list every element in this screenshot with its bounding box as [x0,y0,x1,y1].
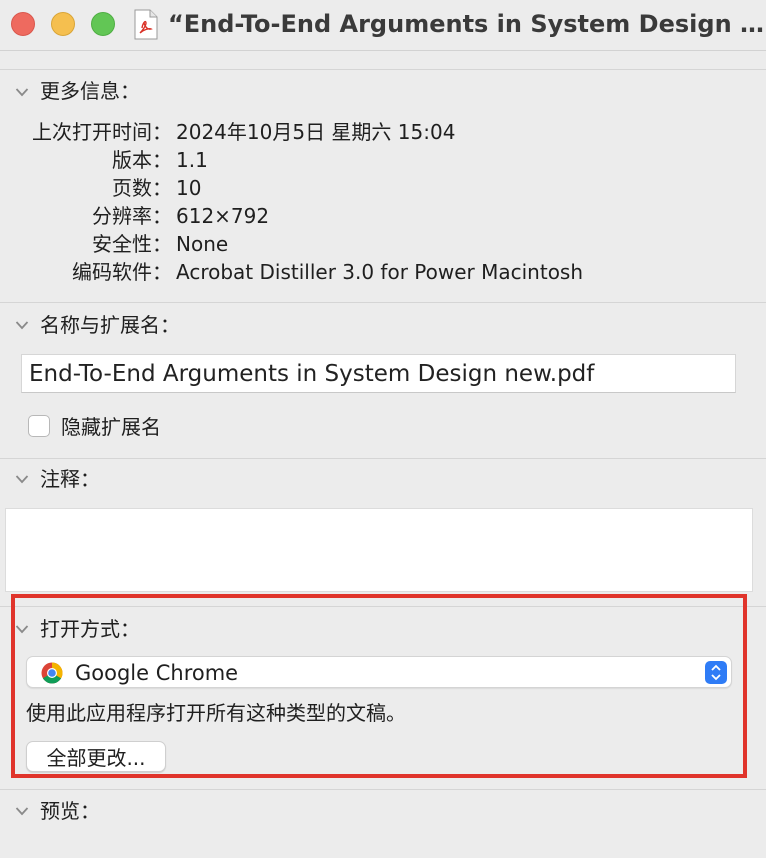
info-value-last-opened: 2024年10月5日 星期六 15:04 [176,120,456,144]
section-divider [0,789,766,790]
chevron-down-icon[interactable] [15,806,29,816]
preview-header[interactable]: 预览： [40,799,100,823]
minimize-button[interactable] [51,12,75,36]
info-label-last-opened: 上次打开时间： [32,120,172,144]
close-button[interactable] [11,12,35,36]
window-title: “End-To-End Arguments in System Design n… [168,10,766,38]
info-value-version: 1.1 [176,148,208,172]
chevron-down-icon[interactable] [15,87,29,97]
info-value-pages: 10 [176,176,202,200]
info-label-resolution: 分辨率： [92,204,172,228]
change-all-button[interactable]: 全部更改... [26,741,166,772]
open-with-header[interactable]: 打开方式： [40,617,140,641]
info-value-security: None [176,232,229,256]
hide-extension-checkbox[interactable] [28,415,50,437]
section-divider [0,69,766,70]
section-divider [0,458,766,459]
info-label-security: 安全性： [92,232,172,256]
name-extension-header[interactable]: 名称与扩展名： [40,313,180,337]
application-name: Google Chrome [75,661,239,685]
info-label-encoding-software: 编码软件： [72,260,172,284]
info-label-pages: 页数： [112,176,172,200]
zoom-button[interactable] [91,12,115,36]
section-divider [0,606,766,607]
info-value-encoding-software: Acrobat Distiller 3.0 for Power Macintos… [176,260,584,284]
chevron-down-icon[interactable] [15,624,29,634]
hide-extension-label[interactable]: 隐藏扩展名 [61,413,161,441]
more-info-header[interactable]: 更多信息： [40,79,140,103]
info-value-resolution: 612×792 [176,204,270,228]
open-with-hint: 使用此应用程序打开所有这种类型的文稿。 [26,701,406,725]
application-popup[interactable]: Google Chrome [26,656,732,688]
chevron-down-icon[interactable] [15,474,29,484]
chrome-icon [41,662,63,684]
chevron-down-icon[interactable] [15,320,29,330]
filename-field[interactable] [21,354,736,393]
comments-header[interactable]: 注释： [40,467,100,491]
info-label-version: 版本： [112,148,172,172]
up-down-arrows-icon[interactable] [705,661,727,684]
pdf-document-icon[interactable] [134,9,158,40]
section-divider [0,302,766,303]
title-bar: “End-To-End Arguments in System Design n… [0,0,766,51]
comments-field[interactable] [5,508,753,592]
